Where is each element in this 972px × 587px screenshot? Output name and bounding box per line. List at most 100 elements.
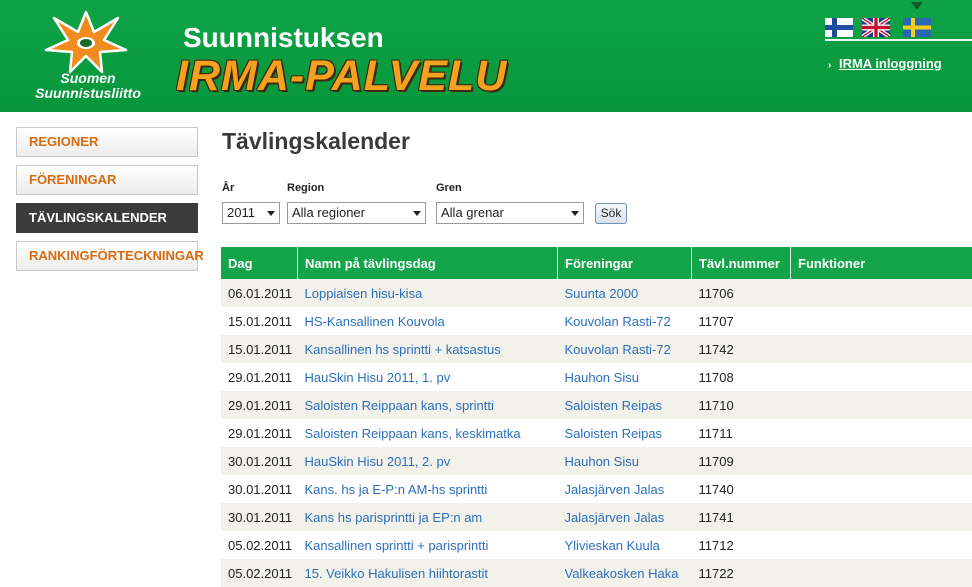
competition-link[interactable]: HauSkin Hisu 2011, 2. pv <box>305 454 451 469</box>
cell-name: Saloisten Reippaan kans, sprintti <box>297 391 558 419</box>
logo-line-1: Suomen <box>60 70 116 86</box>
cell-date: 05.02.2011 <box>221 531 298 559</box>
logo-line-2: Suunnistusliitto <box>35 85 141 101</box>
competition-link[interactable]: HauSkin Hisu 2011, 1. pv <box>305 370 451 385</box>
uk-flag-icon[interactable] <box>862 18 890 37</box>
competition-link[interactable]: Kans hs parisprintti ja EP:n am <box>305 510 483 525</box>
cell-competition-number: 11722 <box>691 559 791 587</box>
sidebar-item-foreningar[interactable]: FÖRENINGAR <box>16 165 198 195</box>
irma-login-link[interactable]: IRMA inloggning <box>839 56 942 71</box>
sidebar-item-rankingforteckningar[interactable]: RANKINGFÖRTECKNINGAR <box>16 241 204 271</box>
cell-club: Jalasjärven Jalas <box>557 503 692 531</box>
club-link[interactable]: Kouvolan Rasti-72 <box>565 342 671 357</box>
search-button[interactable]: Sök <box>595 203 627 224</box>
cell-functions <box>790 559 972 587</box>
club-link[interactable]: Saloisten Reipas <box>565 426 663 441</box>
table-header-row: Dag Namn på tävlingsdag Föreningar Tävl.… <box>221 247 972 279</box>
site-header: Suomen Suunnistusliitto Suunnistuksen IR… <box>0 0 972 112</box>
chevron-down-icon <box>571 211 579 216</box>
competition-link[interactable]: Kansallinen hs sprintti + katsastus <box>305 342 501 357</box>
competition-link[interactable]: Loppiaisen hisu-kisa <box>305 286 423 301</box>
region-select[interactable]: Alla regioner <box>287 202 426 224</box>
cell-club: Saloisten Reipas <box>557 419 692 447</box>
cell-date: 06.01.2011 <box>221 279 298 307</box>
sidebar-item-regioner[interactable]: REGIONER <box>16 127 198 157</box>
cell-competition-number: 11710 <box>691 391 791 419</box>
region-label: Region <box>287 182 325 194</box>
cell-date: 15.01.2011 <box>221 335 298 363</box>
cell-date: 30.01.2011 <box>221 447 298 475</box>
table-row: 29.01.2011 Saloisten Reippaan kans, keski… <box>221 419 972 447</box>
club-link[interactable]: Hauhon Sisu <box>565 454 639 469</box>
cell-name: Kans. hs ja E-P:n AM-hs sprintti <box>297 475 558 503</box>
cell-date: 29.01.2011 <box>221 419 298 447</box>
table-row: 30.01.2011 Kans hs parisprintti ja EP:n a… <box>221 503 972 531</box>
competition-link[interactable]: Saloisten Reippaan kans, sprintti <box>305 398 494 413</box>
region-select-value: Alla regioner <box>292 205 365 220</box>
cell-functions <box>790 503 972 531</box>
cell-name: HauSkin Hisu 2011, 1. pv <box>297 363 558 391</box>
club-link[interactable]: Hauhon Sisu <box>565 370 639 385</box>
club-link[interactable]: Jalasjärven Jalas <box>565 482 665 497</box>
cell-competition-number: 11741 <box>691 503 791 531</box>
cell-functions <box>790 335 972 363</box>
competition-calendar-table: Dag Namn på tävlingsdag Föreningar Tävl.… <box>221 247 972 587</box>
column-header-namn[interactable]: Namn på tävlingsdag <box>297 247 558 279</box>
competition-link[interactable]: Kans. hs ja E-P:n AM-hs sprintti <box>305 482 488 497</box>
cell-club: Kouvolan Rasti-72 <box>557 307 692 335</box>
chevron-down-icon <box>413 211 421 216</box>
cell-functions <box>790 475 972 503</box>
cell-functions <box>790 363 972 391</box>
gren-select[interactable]: Alla grenar <box>436 202 584 224</box>
club-link[interactable]: Kouvolan Rasti-72 <box>565 314 671 329</box>
competition-link[interactable]: Kansallinen sprintti + parisprintti <box>305 538 489 553</box>
cell-club: Hauhon Sisu <box>557 447 692 475</box>
table-row: 29.01.2011 HauSkin Hisu 2011, 1. pv Hauhon… <box>221 363 972 391</box>
login-area: › IRMA inloggning <box>828 56 942 71</box>
cell-competition-number: 11740 <box>691 475 791 503</box>
cell-club: Saloisten Reipas <box>557 391 692 419</box>
arrow-right-icon: › <box>828 60 832 71</box>
table-row: 30.01.2011 Kans. hs ja E-P:n AM-hs sprint… <box>221 475 972 503</box>
competition-link[interactable]: 15. Veikko Hakulisen hiihtorastit <box>305 566 489 581</box>
club-link[interactable]: Suunta 2000 <box>565 286 639 301</box>
column-header-funktioner: Funktioner <box>790 247 972 279</box>
site-subtitle: Suunnistuksen <box>183 22 384 53</box>
club-link[interactable]: Valkeakosken Haka <box>565 566 679 581</box>
competition-link[interactable]: HS-Kansallinen Kouvola <box>305 314 445 329</box>
cell-competition-number: 11707 <box>691 307 791 335</box>
competition-link[interactable]: Saloisten Reippaan kans, keskimatka <box>305 426 521 441</box>
table-row: 06.01.2011 Loppiaisen hisu-kisa Suunta 200… <box>221 279 972 307</box>
club-link[interactable]: Ylivieskan Kuula <box>565 538 660 553</box>
cell-functions <box>790 419 972 447</box>
swedish-flag-icon[interactable] <box>903 18 931 37</box>
column-header-foreningar[interactable]: Föreningar <box>557 247 692 279</box>
year-select[interactable]: 2011 <box>222 202 280 224</box>
orienteering-star-logo-icon[interactable] <box>44 10 128 74</box>
finnish-flag-icon[interactable] <box>825 18 853 37</box>
cell-date: 05.02.2011 <box>221 559 298 587</box>
cell-date: 30.01.2011 <box>221 503 298 531</box>
cell-name: Kans hs parisprintti ja EP:n am <box>297 503 558 531</box>
cell-club: Kouvolan Rasti-72 <box>557 335 692 363</box>
page-title: Tävlingskalender <box>222 128 410 154</box>
cell-functions <box>790 447 972 475</box>
cell-functions <box>790 279 972 307</box>
table-row: 30.01.2011 HauSkin Hisu 2011, 2. pv Hauhon… <box>221 447 972 475</box>
cell-club: Jalasjärven Jalas <box>557 475 692 503</box>
cell-name: Saloisten Reippaan kans, keskimatka <box>297 419 558 447</box>
column-header-tavlnummer[interactable]: Tävl.nummer <box>691 247 791 279</box>
club-link[interactable]: Jalasjärven Jalas <box>565 510 665 525</box>
column-header-dag[interactable]: Dag <box>221 247 298 279</box>
gren-label: Gren <box>436 182 462 194</box>
cell-competition-number: 11712 <box>691 531 791 559</box>
cell-club: Suunta 2000 <box>557 279 692 307</box>
table-row: 05.02.2011 15. Veikko Hakulisen hiihtoras… <box>221 559 972 587</box>
cell-date: 29.01.2011 <box>221 363 298 391</box>
sidebar-item-tavlingskalender[interactable]: TÄVLINGSKALENDER <box>16 203 198 233</box>
club-link[interactable]: Saloisten Reipas <box>565 398 663 413</box>
gren-select-value: Alla grenar <box>441 205 504 220</box>
table-row: 15.01.2011 HS-Kansallinen Kouvola Kouvolan… <box>221 307 972 335</box>
cell-competition-number: 11711 <box>691 419 791 447</box>
cell-name: Kansallinen sprintti + parisprintti <box>297 531 558 559</box>
